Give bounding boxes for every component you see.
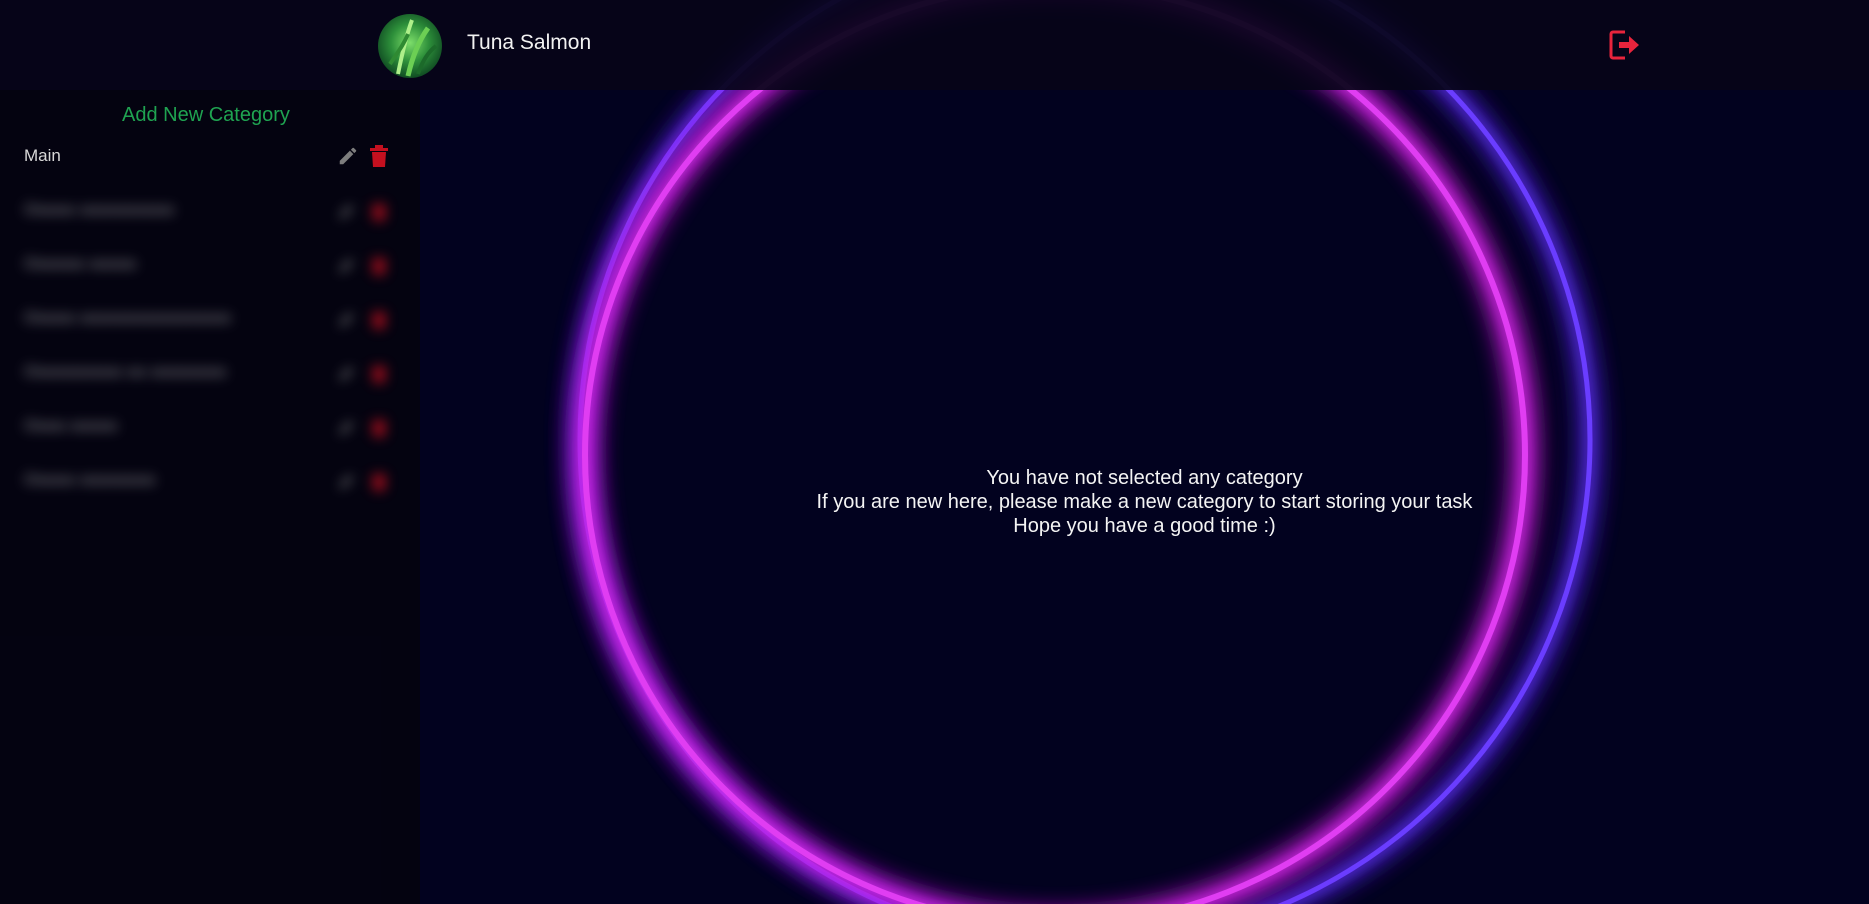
category-label: Ooooo oooooooooooooooo — [24, 308, 232, 327]
trash-icon — [372, 474, 386, 491]
main-content: You have not selected any category If yo… — [420, 90, 1869, 904]
top-header: Tuna Salmon — [0, 0, 1869, 90]
logout-button[interactable] — [1607, 28, 1641, 62]
pencil-icon — [339, 258, 354, 273]
add-category-button[interactable]: Add New Category — [122, 104, 290, 127]
delete-category-button[interactable] — [369, 360, 389, 384]
edit-category-button[interactable] — [337, 253, 359, 275]
edit-category-button[interactable] — [337, 361, 359, 383]
category-label: Main — [24, 146, 61, 165]
empty-state-line-3: Hope you have a good time :) — [1013, 515, 1276, 537]
username: Tuna Salmon — [467, 31, 592, 54]
category-item[interactable]: Oooooooooo oo oooooooo — [0, 350, 400, 394]
empty-state-line-1: You have not selected any category — [986, 467, 1303, 489]
category-label: Oooo ooooo — [24, 416, 118, 435]
category-label: Oooooo ooooo — [24, 254, 137, 273]
delete-category-button[interactable] — [369, 252, 389, 276]
trash-icon — [372, 420, 386, 437]
pencil-icon — [339, 204, 354, 219]
trash-icon — [370, 145, 388, 167]
pencil-icon — [339, 312, 354, 327]
category-item[interactable]: Ooooo oooooooooooooooo — [0, 296, 400, 340]
empty-state-message: You have not selected any category If yo… — [420, 466, 1869, 538]
logout-icon — [1609, 30, 1639, 60]
trash-icon — [372, 204, 386, 221]
empty-state-line-2: If you are new here, please make a new c… — [816, 491, 1473, 513]
category-label: Ooooo oooooooo — [24, 470, 156, 489]
trash-icon — [372, 366, 386, 383]
category-item[interactable]: Oooo ooooo — [0, 404, 400, 448]
avatar-photo — [388, 19, 438, 77]
edit-category-button[interactable] — [337, 199, 359, 221]
edit-category-button[interactable] — [337, 145, 359, 167]
category-item[interactable]: Oooooo ooooo — [0, 242, 400, 286]
category-item[interactable]: Ooooo oooooooo — [0, 458, 400, 502]
avatar[interactable] — [378, 14, 442, 78]
edit-category-button[interactable] — [337, 307, 359, 329]
category-sidebar: Add New Category Main Ooooo oooooooooo O… — [0, 90, 420, 904]
category-item[interactable]: Ooooo oooooooooo — [0, 188, 400, 232]
pencil-icon — [339, 420, 354, 435]
delete-category-button[interactable] — [369, 306, 389, 330]
app-screen: Tuna Salmon Add New Category Main Ooooo … — [0, 0, 1869, 904]
category-label: Ooooo oooooooooo — [24, 200, 175, 219]
pencil-icon — [339, 147, 357, 165]
delete-category-button[interactable] — [369, 414, 389, 438]
delete-category-button[interactable] — [369, 468, 389, 492]
trash-icon — [372, 312, 386, 329]
pencil-icon — [339, 474, 354, 489]
delete-category-button[interactable] — [369, 144, 389, 168]
category-label: Oooooooooo oo oooooooo — [24, 362, 227, 381]
category-item-main[interactable]: Main — [0, 134, 400, 178]
delete-category-button[interactable] — [369, 198, 389, 222]
edit-category-button[interactable] — [337, 469, 359, 491]
edit-category-button[interactable] — [337, 415, 359, 437]
trash-icon — [372, 258, 386, 275]
pencil-icon — [339, 366, 354, 381]
